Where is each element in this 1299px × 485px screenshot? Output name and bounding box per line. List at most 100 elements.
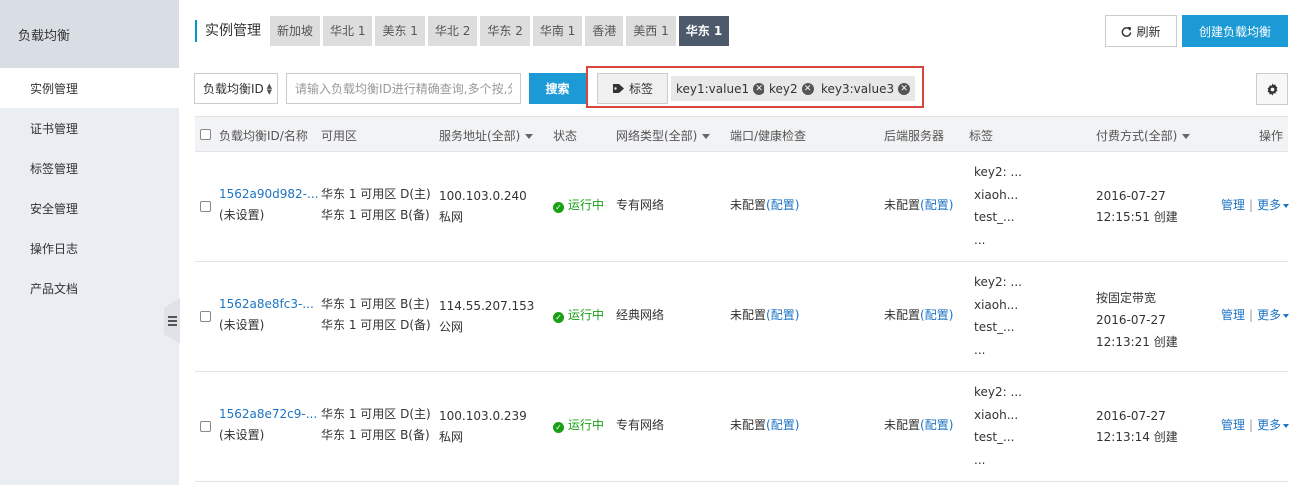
page-title: 实例管理 xyxy=(195,20,261,42)
row-checkbox[interactable] xyxy=(200,201,211,212)
tab-region-hongkong[interactable]: 香港 xyxy=(585,16,624,46)
tag-chip: key3:value3 ✕ xyxy=(816,76,916,101)
tag-list: key2: ... xiaoh... test_... ... xyxy=(974,271,1022,361)
service-ip: 100.103.0.240 xyxy=(439,189,527,203)
check-circle-icon: ✓ xyxy=(553,312,564,323)
tag-icon xyxy=(612,84,624,93)
zone-backup: 华东 1 可用区 B(备) xyxy=(321,428,430,442)
configure-port-link[interactable]: (配置) xyxy=(766,308,799,322)
column-header-port: 端口/健康检查 xyxy=(730,129,807,143)
tag-item: xiaoh... xyxy=(974,187,1019,202)
row-checkbox[interactable] xyxy=(200,311,211,322)
gear-icon xyxy=(1267,82,1277,96)
zone-main: 华东 1 可用区 B(主) xyxy=(321,297,430,311)
tag-item: ... xyxy=(974,452,986,467)
close-icon[interactable]: ✕ xyxy=(801,82,814,95)
zone-backup: 华东 1 可用区 B(备) xyxy=(321,208,430,222)
instance-id-link[interactable]: 1562a8e72c9-... xyxy=(219,404,317,425)
tab-region-us-west-1[interactable]: 美西 1 xyxy=(626,16,676,46)
configure-port-link[interactable]: (配置) xyxy=(766,418,799,432)
menu-icon xyxy=(168,316,177,326)
region-tabs: 新加坡 华北 1 美东 1 华北 2 华东 2 华南 1 香港 美西 1 华东 … xyxy=(270,16,730,46)
column-header-address-label: 服务地址(全部) xyxy=(439,129,521,143)
column-header-billing[interactable]: 付费方式(全部) xyxy=(1096,127,1191,144)
ip-type: 公网 xyxy=(439,320,464,334)
sidebar-item-security[interactable]: 安全管理 xyxy=(0,188,179,228)
search-type-value: 负载均衡ID xyxy=(203,82,264,96)
action-separator: | xyxy=(1249,308,1254,322)
column-header-network[interactable]: 网络类型(全部) xyxy=(616,127,711,144)
tab-region-north-1[interactable]: 华北 1 xyxy=(323,16,373,46)
backend-status: 未配置 xyxy=(884,198,921,212)
port-status: 未配置 xyxy=(730,198,767,212)
sidebar-item-certificates[interactable]: 证书管理 xyxy=(0,108,179,148)
column-header-actions: 操作 xyxy=(1259,129,1284,143)
tag-item: test_... xyxy=(974,210,1015,224)
refresh-label: 刷新 xyxy=(1136,24,1161,39)
manage-link[interactable]: 管理 xyxy=(1221,198,1245,212)
tab-region-singapore[interactable]: 新加坡 xyxy=(270,16,321,46)
tag-list: key2: ... xiaoh... test_... ... xyxy=(974,161,1022,251)
backend-status: 未配置 xyxy=(884,418,921,432)
tag-filter-button[interactable]: 标签 xyxy=(597,73,668,104)
tag-item: ... xyxy=(974,232,986,247)
caret-down-icon xyxy=(1182,134,1191,139)
tab-region-south-1[interactable]: 华南 1 xyxy=(532,16,583,46)
tab-region-us-east-1[interactable]: 美东 1 xyxy=(375,16,425,46)
configure-backend-link[interactable]: (配置) xyxy=(920,198,953,212)
sidebar-item-instances[interactable]: 实例管理 xyxy=(0,68,179,108)
search-button[interactable]: 搜索 xyxy=(529,73,586,104)
backend-status: 未配置 xyxy=(884,308,921,322)
sidebar: 负载均衡 实例管理 证书管理 标签管理 安全管理 操作日志 产品文档 xyxy=(0,0,179,485)
select-all-checkbox[interactable] xyxy=(200,129,211,140)
column-header-zone: 可用区 xyxy=(321,129,358,143)
create-load-balancer-button[interactable]: 创建负载均衡 xyxy=(1182,15,1288,47)
settings-button[interactable] xyxy=(1256,73,1288,105)
instance-name: (未设置) xyxy=(219,208,265,222)
more-label: 更多 xyxy=(1257,308,1282,322)
refresh-icon xyxy=(1122,26,1132,37)
tab-region-east-2[interactable]: 华东 2 xyxy=(480,16,530,46)
configure-backend-link[interactable]: (配置) xyxy=(920,418,953,432)
manage-link[interactable]: 管理 xyxy=(1221,308,1245,322)
configure-port-link[interactable]: (配置) xyxy=(766,198,799,212)
port-status: 未配置 xyxy=(730,308,767,322)
table-header: 负载均衡ID/名称 可用区 服务地址(全部) 状态 网络类型(全部) 端口/健康… xyxy=(195,116,1288,152)
zone-main: 华东 1 可用区 D(主) xyxy=(321,407,431,421)
tag-chip-label: key3:value3 xyxy=(821,81,895,96)
instance-id-link[interactable]: 1562a90d982-... xyxy=(219,184,318,205)
check-circle-icon: ✓ xyxy=(553,422,564,433)
sidebar-item-tags[interactable]: 标签管理 xyxy=(0,148,179,188)
tab-region-north-2[interactable]: 华北 2 xyxy=(427,16,478,46)
search-type-select[interactable]: 负载均衡ID ▲ ▼ xyxy=(194,73,278,104)
status-badge: ✓ 运行中 xyxy=(553,415,604,436)
network-type: 经典网络 xyxy=(616,308,665,322)
ip-type: 私网 xyxy=(439,430,464,444)
refresh-button[interactable]: 刷新 xyxy=(1105,15,1177,47)
zone-backup: 华东 1 可用区 D(备) xyxy=(321,318,431,332)
sidebar-item-docs[interactable]: 产品文档 xyxy=(0,268,179,308)
column-header-address[interactable]: 服务地址(全部) xyxy=(439,127,534,144)
billing-date: 2016-07-27 xyxy=(1096,409,1166,423)
column-header-id: 负载均衡ID/名称 xyxy=(219,129,308,143)
close-icon[interactable]: ✕ xyxy=(898,82,911,95)
network-type: 专有网络 xyxy=(616,198,665,212)
tag-item: xiaoh... xyxy=(974,297,1019,312)
tab-region-east-1[interactable]: 华东 1 xyxy=(678,16,730,46)
instance-id-link[interactable]: 1562a8e8fc3-... xyxy=(219,294,314,315)
sidebar-item-operation-log[interactable]: 操作日志 xyxy=(0,228,179,268)
column-header-network-label: 网络类型(全部) xyxy=(616,129,698,143)
more-dropdown[interactable]: 更多 xyxy=(1257,308,1290,322)
more-dropdown[interactable]: 更多 xyxy=(1257,418,1290,432)
configure-backend-link[interactable]: (配置) xyxy=(920,308,953,322)
manage-link[interactable]: 管理 xyxy=(1221,418,1245,432)
action-separator: | xyxy=(1249,418,1254,432)
more-dropdown[interactable]: 更多 xyxy=(1257,198,1290,212)
zone-main: 华东 1 可用区 D(主) xyxy=(321,187,431,201)
check-circle-icon: ✓ xyxy=(553,202,564,213)
column-header-status: 状态 xyxy=(553,129,578,143)
search-input[interactable] xyxy=(286,73,521,104)
row-checkbox[interactable] xyxy=(200,421,211,432)
billing-time: 12:15:51 创建 xyxy=(1096,210,1178,224)
tag-filter-label: 标签 xyxy=(628,82,653,96)
